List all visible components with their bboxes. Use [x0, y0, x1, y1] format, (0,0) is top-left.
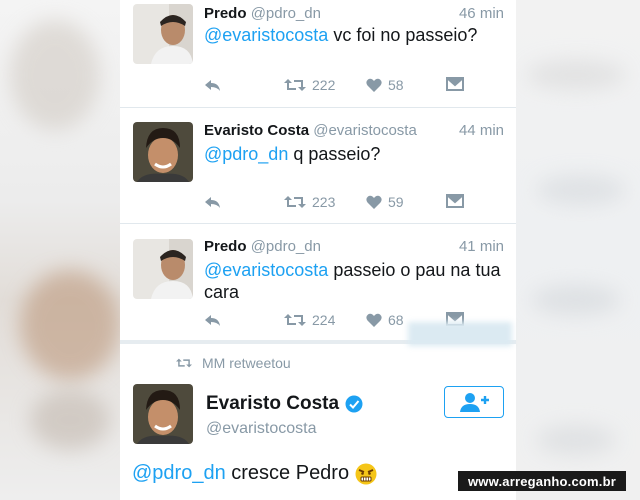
like-button[interactable]: 59	[366, 194, 404, 210]
mention-link[interactable]: @evaristocosta	[204, 25, 328, 45]
retweet-banner-text: MM retweetou	[202, 355, 291, 371]
tweet[interactable]: Evaristo Costa @evaristocosta 44 min @pd…	[120, 108, 516, 224]
tweet-body: q passeio?	[288, 144, 381, 164]
tweet-text: @evaristocosta passeio o pau na tua cara	[204, 259, 504, 303]
dm-button[interactable]	[446, 194, 464, 208]
blurred-region	[408, 322, 512, 346]
retweet-banner[interactable]: MM retweetou	[176, 355, 291, 371]
avatar[interactable]	[133, 122, 193, 182]
dm-button[interactable]	[446, 77, 464, 91]
like-icon	[366, 78, 382, 92]
retweet-count: 222	[312, 77, 336, 93]
verified-badge-icon	[345, 395, 363, 413]
author-name[interactable]: Evaristo Costa	[204, 122, 309, 139]
featured-tweet-body: cresce Pedro	[225, 462, 350, 484]
reply-button[interactable]	[204, 312, 222, 328]
mention-link[interactable]: @pdro_dn	[132, 462, 226, 484]
blurred-background-left	[0, 0, 120, 500]
reply-icon	[205, 315, 220, 326]
retweet-icon	[284, 314, 306, 326]
author-handle[interactable]: @pdro_dn	[251, 238, 321, 255]
author-handle[interactable]: @pdro_dn	[251, 5, 321, 22]
dm-icon	[446, 194, 464, 208]
like-icon	[366, 195, 382, 209]
retweet-count: 223	[312, 194, 336, 210]
tweet-text: @evaristocosta vc foi no passeio?	[204, 24, 502, 46]
timestamp: 44 min	[458, 122, 504, 139]
tweet-actions: 223 59	[204, 194, 504, 214]
author-name[interactable]: Predo	[204, 5, 247, 22]
featured-tweet-text: @pdro_dn cresce Pedro	[132, 462, 377, 485]
like-count: 58	[388, 77, 404, 93]
timestamp: 41 min	[458, 238, 504, 255]
reply-button[interactable]	[204, 194, 222, 210]
reply-icon	[205, 80, 220, 91]
retweet-icon	[176, 358, 192, 368]
featured-author[interactable]: Evaristo Costa	[206, 393, 363, 415]
retweet-button[interactable]: 224	[284, 312, 335, 328]
featured-avatar[interactable]	[133, 384, 193, 444]
mention-link[interactable]: @evaristocosta	[204, 260, 328, 280]
tweet-thread: Predo @pdro_dn 46 min @evaristocosta vc …	[120, 0, 516, 500]
tweet-actions: 222 58	[204, 77, 504, 97]
tweet-text: @pdro_dn q passeio?	[204, 143, 502, 165]
reply-icon	[205, 197, 220, 208]
dm-icon	[446, 77, 464, 91]
featured-author-name: Evaristo Costa	[206, 393, 340, 414]
tweet-body: vc foi no passeio?	[328, 25, 478, 45]
retweet-icon	[284, 196, 306, 208]
like-count: 59	[388, 194, 404, 210]
featured-author-handle[interactable]: @evaristocosta	[206, 420, 317, 438]
retweet-button[interactable]: 222	[284, 77, 335, 93]
author-name[interactable]: Predo	[204, 238, 247, 255]
site-watermark: www.arreganho.com.br	[458, 471, 626, 491]
avatar[interactable]	[133, 4, 193, 64]
tweet[interactable]: Predo @pdro_dn 46 min @evaristocosta vc …	[120, 0, 516, 108]
like-icon	[366, 313, 382, 327]
retweet-count: 224	[312, 312, 336, 328]
like-count: 68	[388, 312, 404, 328]
author-handle[interactable]: @evaristocosta	[313, 122, 417, 139]
like-button[interactable]: 58	[366, 77, 404, 93]
follow-button[interactable]	[444, 386, 504, 418]
avatar[interactable]	[133, 239, 193, 299]
reply-button[interactable]	[204, 77, 222, 93]
retweet-icon	[284, 79, 306, 91]
mention-link[interactable]: @pdro_dn	[204, 144, 288, 164]
timestamp: 46 min	[458, 5, 504, 22]
blurred-background-right	[516, 0, 640, 500]
retweet-button[interactable]: 223	[284, 194, 335, 210]
follow-icon	[460, 393, 489, 412]
like-button[interactable]: 68	[366, 312, 404, 328]
angry-emoji-icon	[355, 463, 377, 484]
